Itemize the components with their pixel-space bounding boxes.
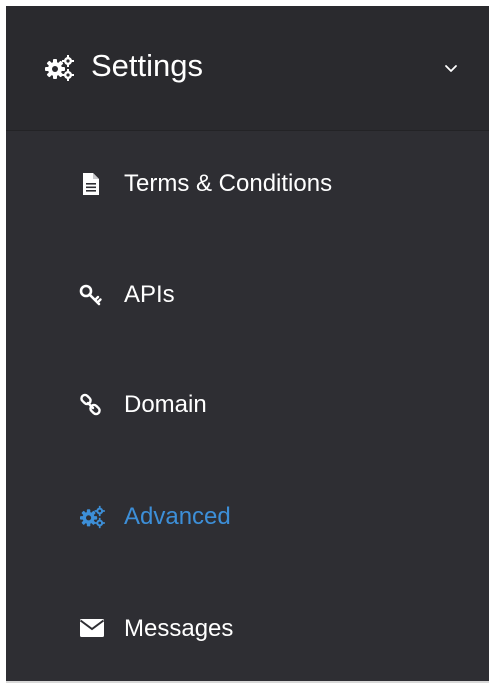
settings-header[interactable]: Settings bbox=[6, 6, 489, 131]
menu-item-apis[interactable]: APIs bbox=[6, 241, 489, 351]
settings-title: Settings bbox=[91, 48, 204, 83]
divider bbox=[6, 681, 489, 683]
cogs-icon bbox=[80, 505, 105, 529]
file-text-icon bbox=[83, 173, 99, 195]
key-icon bbox=[79, 284, 102, 306]
menu-item-label: Messages bbox=[124, 615, 234, 642]
menu-item-advanced[interactable]: Advanced bbox=[6, 461, 489, 571]
menu-item-messages[interactable]: Messages bbox=[6, 571, 489, 681]
menu-item-label: Terms & Conditions bbox=[124, 170, 333, 197]
cogs-icon bbox=[45, 55, 74, 81]
menu-item-label: Domain bbox=[124, 391, 207, 418]
chevron-down-icon[interactable] bbox=[443, 62, 459, 74]
link-icon bbox=[80, 393, 101, 416]
settings-submenu: Terms & Conditions APIs Domain Advanced … bbox=[6, 131, 489, 681]
menu-item-label: Advanced bbox=[124, 503, 231, 530]
settings-sidebar: Settings Terms & Conditions APIs Domain … bbox=[6, 6, 489, 681]
menu-item-label: APIs bbox=[124, 281, 175, 308]
menu-item-domain[interactable]: Domain bbox=[6, 351, 489, 461]
menu-item-terms-conditions[interactable]: Terms & Conditions bbox=[6, 131, 489, 241]
envelope-icon bbox=[79, 619, 105, 637]
